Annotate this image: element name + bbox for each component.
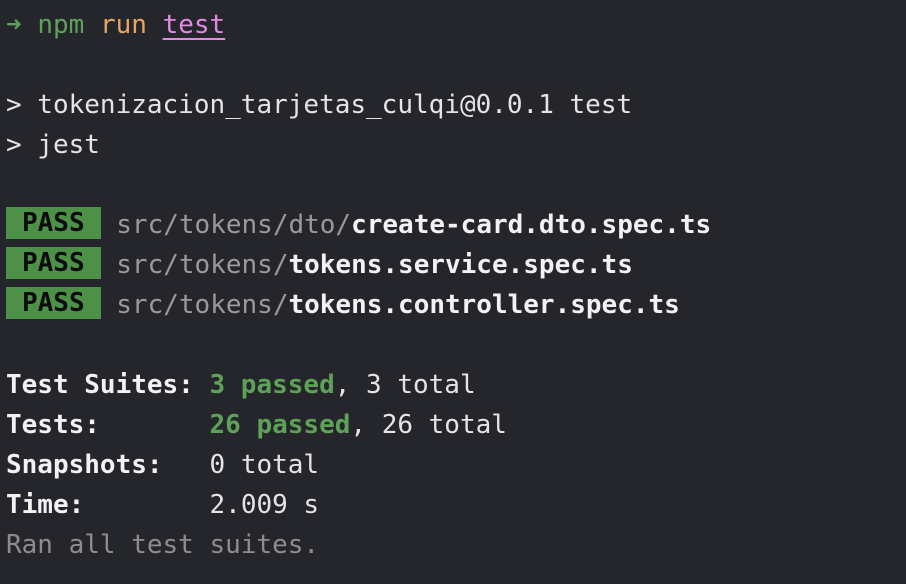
test-result-row: PASS src/tokens/tokens.service.spec.ts (6, 245, 633, 285)
test-file-name: tokens.controller.spec.ts (288, 290, 680, 320)
test-file-name: create-card.dto.spec.ts (351, 210, 712, 240)
pass-badge: PASS (6, 207, 101, 239)
summary-footer: Ran all test suites. (6, 530, 320, 560)
summary-tests: Tests: 26 passed, 26 total (6, 405, 507, 445)
pass-badge: PASS (6, 287, 101, 319)
time-value: 2.009 s (209, 490, 320, 520)
npm-output-line-2: > jest (6, 130, 100, 160)
summary-time: Time: 2.009 s (6, 485, 319, 525)
command-subcommand: run (99, 10, 147, 40)
test-file-dir: src/tokens/ (116, 290, 289, 320)
command-script: test (162, 10, 226, 40)
prompt-arrow-icon: ➜ (6, 10, 22, 40)
command-program: npm (37, 10, 85, 40)
suites-total: , 3 total (334, 370, 476, 400)
summary-suites: Test Suites: 3 passed, 3 total (6, 365, 476, 405)
snapshots-label: Snapshots: (6, 450, 163, 480)
command-line: ➜ npm run test (6, 5, 225, 45)
time-label: Time: (6, 490, 85, 520)
tests-passed: 26 passed (209, 410, 351, 440)
suites-label: Test Suites: (6, 370, 194, 400)
test-file-name: tokens.service.spec.ts (288, 250, 633, 280)
npm-output-line-1: > tokenizacion_tarjetas_culqi@0.0.1 test (6, 90, 633, 120)
test-result-row: PASS src/tokens/dto/create-card.dto.spec… (6, 205, 711, 245)
test-file-dir: src/tokens/dto/ (116, 210, 352, 240)
summary-snapshots: Snapshots: 0 total (6, 445, 319, 485)
suites-passed: 3 passed (209, 370, 335, 400)
test-result-row: PASS src/tokens/tokens.controller.spec.t… (6, 285, 680, 325)
test-file-dir: src/tokens/ (116, 250, 289, 280)
tests-total: , 26 total (350, 410, 507, 440)
tests-label: Tests: (6, 410, 100, 440)
snapshots-value: 0 total (209, 450, 320, 480)
terminal-window[interactable]: ➜ npm run test > tokenizacion_tarjetas_c… (0, 0, 906, 584)
pass-badge: PASS (6, 247, 101, 279)
